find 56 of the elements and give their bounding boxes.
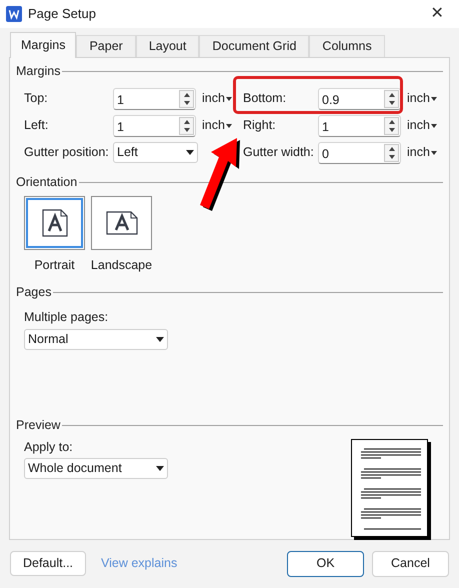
tab[interactable]: Document Grid <box>199 35 310 57</box>
callout-arrow-icon <box>199 137 241 212</box>
field-label: Gutter position: <box>24 144 110 162</box>
orientation-button[interactable] <box>91 196 152 250</box>
unit-dropdown[interactable]: inch <box>407 116 437 136</box>
spin-field[interactable]: 1 <box>318 114 401 137</box>
landscape-page-icon <box>106 210 138 234</box>
option-label: Landscape <box>90 256 152 274</box>
dropdown[interactable]: Left <box>113 142 198 164</box>
caret-icon <box>226 96 232 101</box>
word-logo-icon <box>6 6 22 22</box>
caret-icon <box>430 150 437 155</box>
default-button[interactable]: Default... <box>10 551 86 576</box>
unit-dropdown[interactable]: inch <box>202 116 232 136</box>
tab[interactable]: Paper <box>76 35 136 57</box>
spinner-arrows-icon[interactable] <box>179 116 194 135</box>
spinner-arrows-icon[interactable] <box>384 90 399 108</box>
caret-icon <box>156 466 164 472</box>
spin-field[interactable]: 0 <box>318 142 401 164</box>
unit-dropdown[interactable]: inch <box>407 89 437 108</box>
cancel-button[interactable]: Cancel <box>372 550 449 576</box>
window-title: Page Setup <box>28 5 96 24</box>
close-button[interactable]: ✕ <box>425 2 449 26</box>
dropdown[interactable]: Normal <box>24 328 168 350</box>
tab[interactable]: Layout <box>136 35 200 57</box>
caret-icon <box>186 150 194 156</box>
dropdown[interactable]: Whole document <box>24 458 168 480</box>
ok-button[interactable]: OK <box>287 550 364 576</box>
field-label: Top: <box>24 90 49 108</box>
section-heading: Orientation <box>16 174 78 191</box>
unit-dropdown[interactable]: inch <box>202 89 232 108</box>
spinner-arrows-icon[interactable] <box>384 116 399 135</box>
field-label: Multiple pages: <box>24 309 110 326</box>
caret-icon <box>430 96 437 101</box>
caret-icon <box>430 124 437 128</box>
spinner-arrows-icon[interactable] <box>384 144 399 162</box>
portrait-page-icon <box>42 208 68 236</box>
caret-icon <box>156 336 164 342</box>
section-heading: Pages <box>16 284 52 302</box>
caret-icon <box>226 124 232 128</box>
field-label: Right: <box>243 117 277 134</box>
option-label: Portrait <box>34 256 75 274</box>
section-heading: Preview <box>16 416 60 434</box>
field-label: Bottom: <box>243 90 288 108</box>
spin-field[interactable]: 0.9 <box>318 88 401 110</box>
spinner-arrows-icon[interactable] <box>179 90 194 108</box>
unit-dropdown[interactable]: inch <box>407 143 437 162</box>
orientation-button[interactable] <box>24 196 85 250</box>
spin-field[interactable]: 1 <box>113 88 196 110</box>
field-label: Left: <box>24 117 50 134</box>
spin-field[interactable]: 1 <box>113 114 196 137</box>
tab[interactable]: Margins <box>10 32 76 58</box>
field-label: Gutter width: <box>243 144 315 162</box>
tab[interactable]: Columns <box>309 35 385 57</box>
field-label: Apply to: <box>24 438 74 456</box>
section-heading: Margins <box>16 63 60 80</box>
